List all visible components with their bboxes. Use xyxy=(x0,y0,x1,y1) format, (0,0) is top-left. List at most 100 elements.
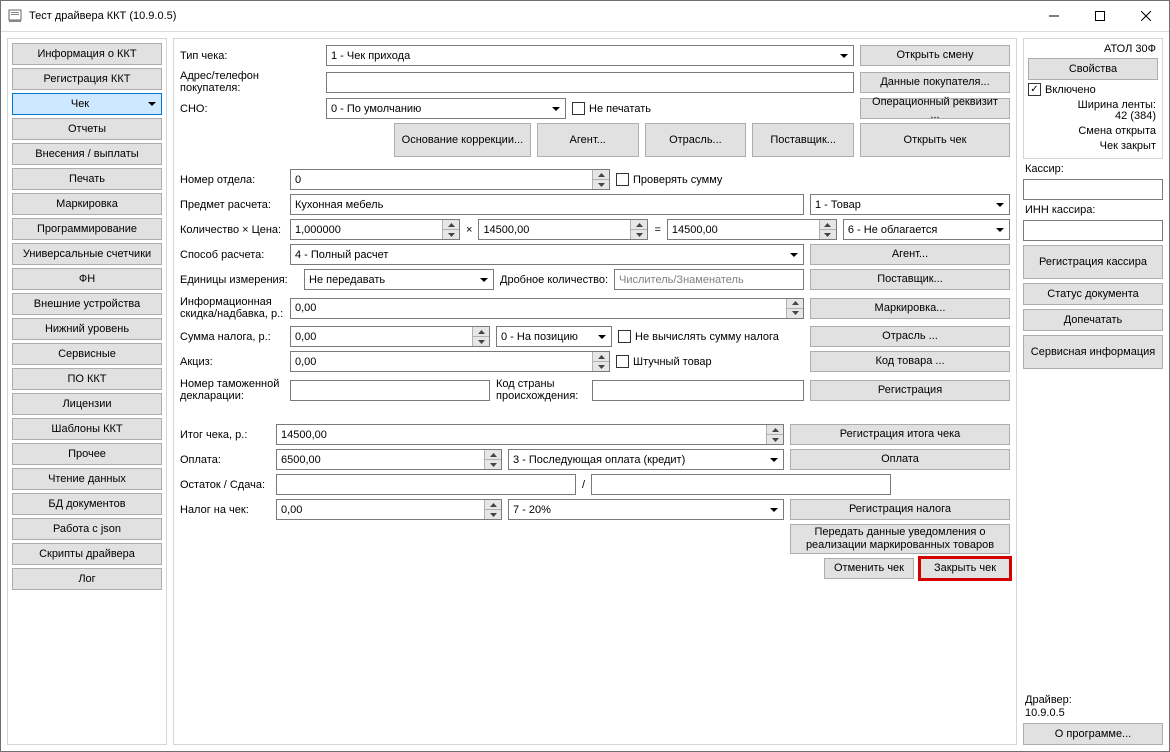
industry-top-button[interactable]: Отрасль... xyxy=(645,123,747,157)
sidebar-item-counters[interactable]: Универсальные счетчики xyxy=(12,243,162,265)
sidebar-item-json[interactable]: Работа с json xyxy=(12,518,162,540)
close-check-button[interactable]: Закрыть чек xyxy=(920,558,1010,579)
agent-button[interactable]: Агент... xyxy=(810,244,1010,265)
spin-qty[interactable]: 1,000000 xyxy=(290,219,460,240)
checkbox-no-calc-tax-label: Не вычислять сумму налога xyxy=(635,331,779,343)
select-pay-method[interactable]: 4 - Полный расчет xyxy=(290,244,804,265)
app-window: Тест драйвера ККТ (10.9.0.5) Информация … xyxy=(0,0,1170,752)
sidebar-item-other[interactable]: Прочее xyxy=(12,443,162,465)
agent-top-button[interactable]: Агент... xyxy=(537,123,639,157)
sidebar-item-print[interactable]: Печать xyxy=(12,168,162,190)
spin-total[interactable]: 14500,00 xyxy=(667,219,837,240)
select-tax-pos[interactable]: 0 - На позицию xyxy=(496,326,612,347)
correction-base-button[interactable]: Основание коррекции... xyxy=(394,123,531,157)
check-state: Чек закрыт xyxy=(1028,140,1158,152)
reprint-button[interactable]: Допечатать xyxy=(1023,309,1163,331)
about-button[interactable]: О программе... xyxy=(1023,723,1163,745)
sidebar-item-read-data[interactable]: Чтение данных xyxy=(12,468,162,490)
checkbox-verify-sum[interactable]: Проверять сумму xyxy=(616,173,722,186)
input-remainder-left[interactable] xyxy=(276,474,576,495)
label-remainder: Остаток / Сдача: xyxy=(180,479,270,491)
checkbox-no-calc-tax[interactable]: Не вычислять сумму налога xyxy=(618,330,779,343)
open-check-button[interactable]: Открыть чек xyxy=(860,123,1010,157)
driver-version: 10.9.0.5 xyxy=(1023,707,1163,719)
sidebar-item-fn[interactable]: ФН xyxy=(12,268,162,290)
input-subject[interactable]: Кухонная мебель xyxy=(290,194,804,215)
select-check-type[interactable]: 1 - Чек прихода xyxy=(326,45,854,66)
spin-tax-sum-value: 0,00 xyxy=(295,331,316,343)
sidebar-item-check[interactable]: Чек xyxy=(12,93,162,115)
sidebar-item-reports[interactable]: Отчеты xyxy=(12,118,162,140)
spin-discount[interactable]: 0,00 xyxy=(290,298,804,319)
sidebar-item-service[interactable]: Сервисные xyxy=(12,343,162,365)
op-requisite-button[interactable]: Операционный реквизит ... xyxy=(860,98,1010,119)
input-cashier[interactable] xyxy=(1023,179,1163,200)
sidebar-item-log[interactable]: Лог xyxy=(12,568,162,590)
input-origin-code[interactable] xyxy=(592,380,804,401)
cashier-reg-button[interactable]: Регистрация кассира xyxy=(1023,245,1163,279)
open-shift-button[interactable]: Открыть смену xyxy=(860,45,1010,66)
label-driver: Драйвер: xyxy=(1023,694,1163,706)
marking-button[interactable]: Маркировка... xyxy=(810,298,1010,319)
reg-total-button[interactable]: Регистрация итога чека xyxy=(790,424,1010,445)
select-check-tax-rate[interactable]: 7 - 20% xyxy=(508,499,784,520)
sidebar-item-templates[interactable]: Шаблоны ККТ xyxy=(12,418,162,440)
select-check-tax-rate-value: 7 - 20% xyxy=(513,504,551,516)
maximize-button[interactable] xyxy=(1077,1,1123,31)
select-payment-type[interactable]: 3 - Последующая оплата (кредит) xyxy=(508,449,784,470)
select-sno[interactable]: 0 - По умолчанию xyxy=(326,98,566,119)
input-customs-no[interactable] xyxy=(290,380,490,401)
doc-status-button[interactable]: Статус документа xyxy=(1023,283,1163,305)
input-buyer-addr[interactable] xyxy=(326,72,854,93)
close-button[interactable] xyxy=(1123,1,1169,31)
spin-payment-value: 6500,00 xyxy=(281,454,321,466)
label-origin-code: Код страны происхождения: xyxy=(496,378,586,402)
sidebar-item-registration[interactable]: Регистрация ККТ xyxy=(12,68,162,90)
spin-check-total[interactable]: 14500,00 xyxy=(276,424,784,445)
input-frac-qty[interactable]: Числитель/Знаменатель xyxy=(614,269,804,290)
sidebar-item-scripts[interactable]: Скрипты драйвера xyxy=(12,543,162,565)
label-check-total: Итог чека, р.: xyxy=(180,429,270,441)
checkbox-piece-good[interactable]: Штучный товар xyxy=(616,355,712,368)
select-tax-type[interactable]: 6 - Не облагается xyxy=(843,219,1010,240)
spin-excise[interactable]: 0,00 xyxy=(290,351,610,372)
supplier-button[interactable]: Поставщик... xyxy=(810,269,1010,290)
title-bar: Тест драйвера ККТ (10.9.0.5) xyxy=(1,1,1169,32)
spin-check-tax[interactable]: 0,00 xyxy=(276,499,502,520)
sidebar-item-cashio[interactable]: Внесения / выплаты xyxy=(12,143,162,165)
sidebar-item-programming[interactable]: Программирование xyxy=(12,218,162,240)
minimize-button[interactable] xyxy=(1031,1,1077,31)
sidebar-item-marking[interactable]: Маркировка xyxy=(12,193,162,215)
props-button[interactable]: Свойства xyxy=(1028,58,1158,80)
label-tax-sum: Сумма налога, р.: xyxy=(180,331,284,343)
pay-button[interactable]: Оплата xyxy=(790,449,1010,470)
sidebar-item-info[interactable]: Информация о ККТ xyxy=(12,43,162,65)
input-remainder-right[interactable] xyxy=(591,474,891,495)
select-subject-type[interactable]: 1 - Товар xyxy=(810,194,1010,215)
spin-payment[interactable]: 6500,00 xyxy=(276,449,502,470)
select-units[interactable]: Не передавать xyxy=(304,269,494,290)
checkbox-enabled[interactable]: Включено xyxy=(1028,83,1158,96)
spin-price[interactable]: 14500,00 xyxy=(478,219,648,240)
label-check-tax: Налог на чек: xyxy=(180,504,270,516)
registration-button[interactable]: Регистрация xyxy=(810,380,1010,401)
sidebar-item-licenses[interactable]: Лицензии xyxy=(12,393,162,415)
sidebar-item-ext-devices[interactable]: Внешние устройства xyxy=(12,293,162,315)
buyer-data-button[interactable]: Данные покупателя... xyxy=(860,72,1010,93)
input-cashier-inn[interactable] xyxy=(1023,220,1163,241)
checkbox-no-print[interactable]: Не печатать xyxy=(572,102,651,115)
spin-dept-no[interactable]: 0 xyxy=(290,169,610,190)
sidebar-item-doc-db[interactable]: БД документов xyxy=(12,493,162,515)
supplier-top-button[interactable]: Поставщик... xyxy=(752,123,854,157)
shift-state: Смена открыта xyxy=(1028,125,1158,137)
reg-tax-button[interactable]: Регистрация налога xyxy=(790,499,1010,520)
send-notif-button[interactable]: Передать данные уведомления о реализации… xyxy=(790,524,1010,554)
spin-tax-sum[interactable]: 0,00 xyxy=(290,326,490,347)
cancel-check-button[interactable]: Отменить чек xyxy=(824,558,914,579)
spin-dept-no-value: 0 xyxy=(295,174,301,186)
industry-button[interactable]: Отрасль ... xyxy=(810,326,1010,347)
sidebar-item-firmware[interactable]: ПО ККТ xyxy=(12,368,162,390)
service-info-button[interactable]: Сервисная информация xyxy=(1023,335,1163,369)
good-code-button[interactable]: Код товара ... xyxy=(810,351,1010,372)
sidebar-item-low-level[interactable]: Нижний уровень xyxy=(12,318,162,340)
